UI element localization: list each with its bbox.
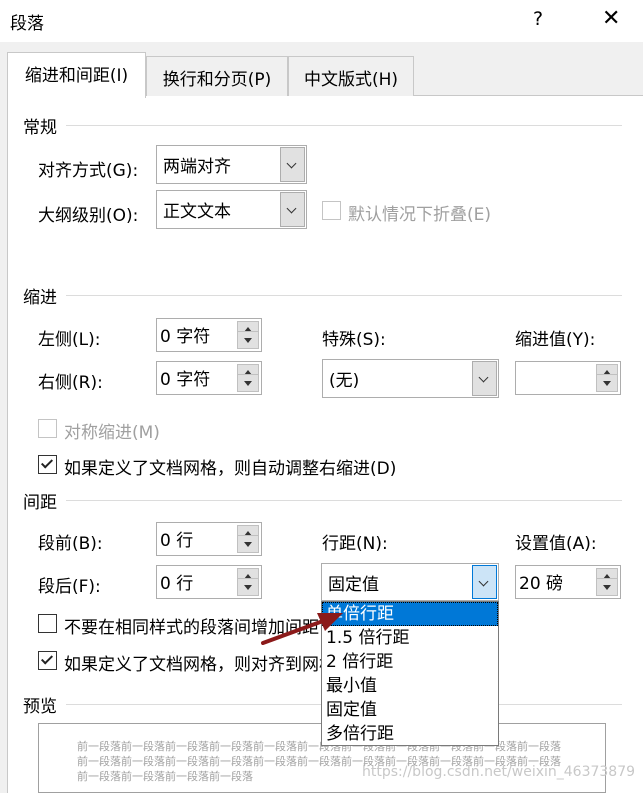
help-button[interactable]: ? [533,8,543,30]
spin-down-icon[interactable] [237,535,259,553]
collapse-checkbox[interactable] [322,201,341,220]
outline-level-value: 正文文本 [163,202,231,222]
space-after-label: 段后(F): [38,577,101,597]
line-spacing-value: 固定值 [328,575,379,595]
line-spacing-option[interactable]: 最小值 [322,674,498,698]
indent-left-label: 左侧(L): [38,330,101,350]
tab-indents-spacing[interactable]: 缩进和间距(I) [7,52,146,98]
spacing-at-value: 20 磅 [519,574,564,594]
close-button[interactable]: ✕ [602,6,620,31]
indent-left-value: 0 字符 [160,327,211,347]
preview-text-line: 前一段落前一段落前一段落前一段落 [77,770,253,783]
line-spacing-option[interactable]: 2 倍行距 [322,650,498,674]
snap-to-grid-label: 如果定义了文档网格，则对齐到网格 [64,655,336,675]
mirror-indents-checkbox[interactable] [38,419,57,438]
space-after-value: 0 行 [160,574,194,594]
line-spacing-label: 行距(N): [322,534,388,554]
line-spacing-select[interactable]: 固定值 [321,563,499,601]
watermark-text: https://blog.csdn.net/weixin_46373879 [362,764,636,780]
spin-down-icon[interactable] [237,578,259,596]
alignment-select[interactable]: 两端对齐 [156,145,307,184]
tab-asian-typography[interactable]: 中文版式(H) [288,56,414,96]
alignment-label: 对齐方式(G): [38,161,139,181]
spin-down-icon[interactable] [237,374,259,392]
spacing-at-spinner[interactable]: 20 磅 [515,565,621,599]
indent-right-spinner[interactable]: 0 字符 [156,361,262,395]
divider [66,125,622,126]
chevron-down-icon[interactable] [472,565,497,599]
spin-down-icon[interactable] [596,578,618,596]
annotation-arrow-icon [261,613,343,645]
dialog-title: 段落 [10,14,44,34]
space-before-value: 0 行 [160,531,194,551]
mirror-indents-label: 对称缩进(M) [64,423,160,443]
tab-line-page-breaks[interactable]: 换行和分页(P) [146,56,288,96]
outline-level-select[interactable]: 正文文本 [156,190,307,229]
indent-heading: 缩进 [23,288,57,308]
chevron-down-icon[interactable] [280,192,305,227]
divider [66,500,622,501]
space-after-spinner[interactable]: 0 行 [156,565,262,599]
auto-adjust-indent-label: 如果定义了文档网格，则自动调整右缩进(D) [64,459,397,479]
line-spacing-option[interactable]: 多倍行距 [322,722,498,746]
indent-by-label: 缩进值(Y): [515,330,596,350]
space-before-label: 段前(B): [38,534,103,554]
special-indent-select[interactable]: (无) [322,359,499,398]
chevron-down-icon[interactable] [472,361,497,396]
line-spacing-option[interactable]: 固定值 [322,698,498,722]
special-indent-value: (无) [329,371,360,391]
indent-by-spinner[interactable] [515,361,621,395]
collapse-label: 默认情况下折叠(E) [348,205,492,225]
spacing-at-label: 设置值(A): [515,534,597,554]
indent-right-label: 右侧(R): [38,373,103,393]
spacing-heading: 间距 [23,493,57,513]
indent-left-spinner[interactable]: 0 字符 [156,318,262,352]
space-before-spinner[interactable]: 0 行 [156,522,262,556]
snap-to-grid-checkbox[interactable] [38,651,57,670]
indent-right-value: 0 字符 [160,370,211,390]
preview-heading: 预览 [23,697,57,717]
chevron-down-icon[interactable] [280,147,305,182]
auto-adjust-indent-checkbox[interactable] [38,455,57,474]
special-indent-label: 特殊(S): [322,330,386,350]
general-heading: 常规 [23,118,57,138]
alignment-value: 两端对齐 [163,157,231,177]
outline-level-label: 大纲级别(O): [38,206,139,226]
no-space-same-style-checkbox[interactable] [38,614,57,633]
divider [66,295,622,296]
title-bar [0,0,643,42]
spin-down-icon[interactable] [237,331,259,349]
spin-down-icon[interactable] [596,374,618,392]
